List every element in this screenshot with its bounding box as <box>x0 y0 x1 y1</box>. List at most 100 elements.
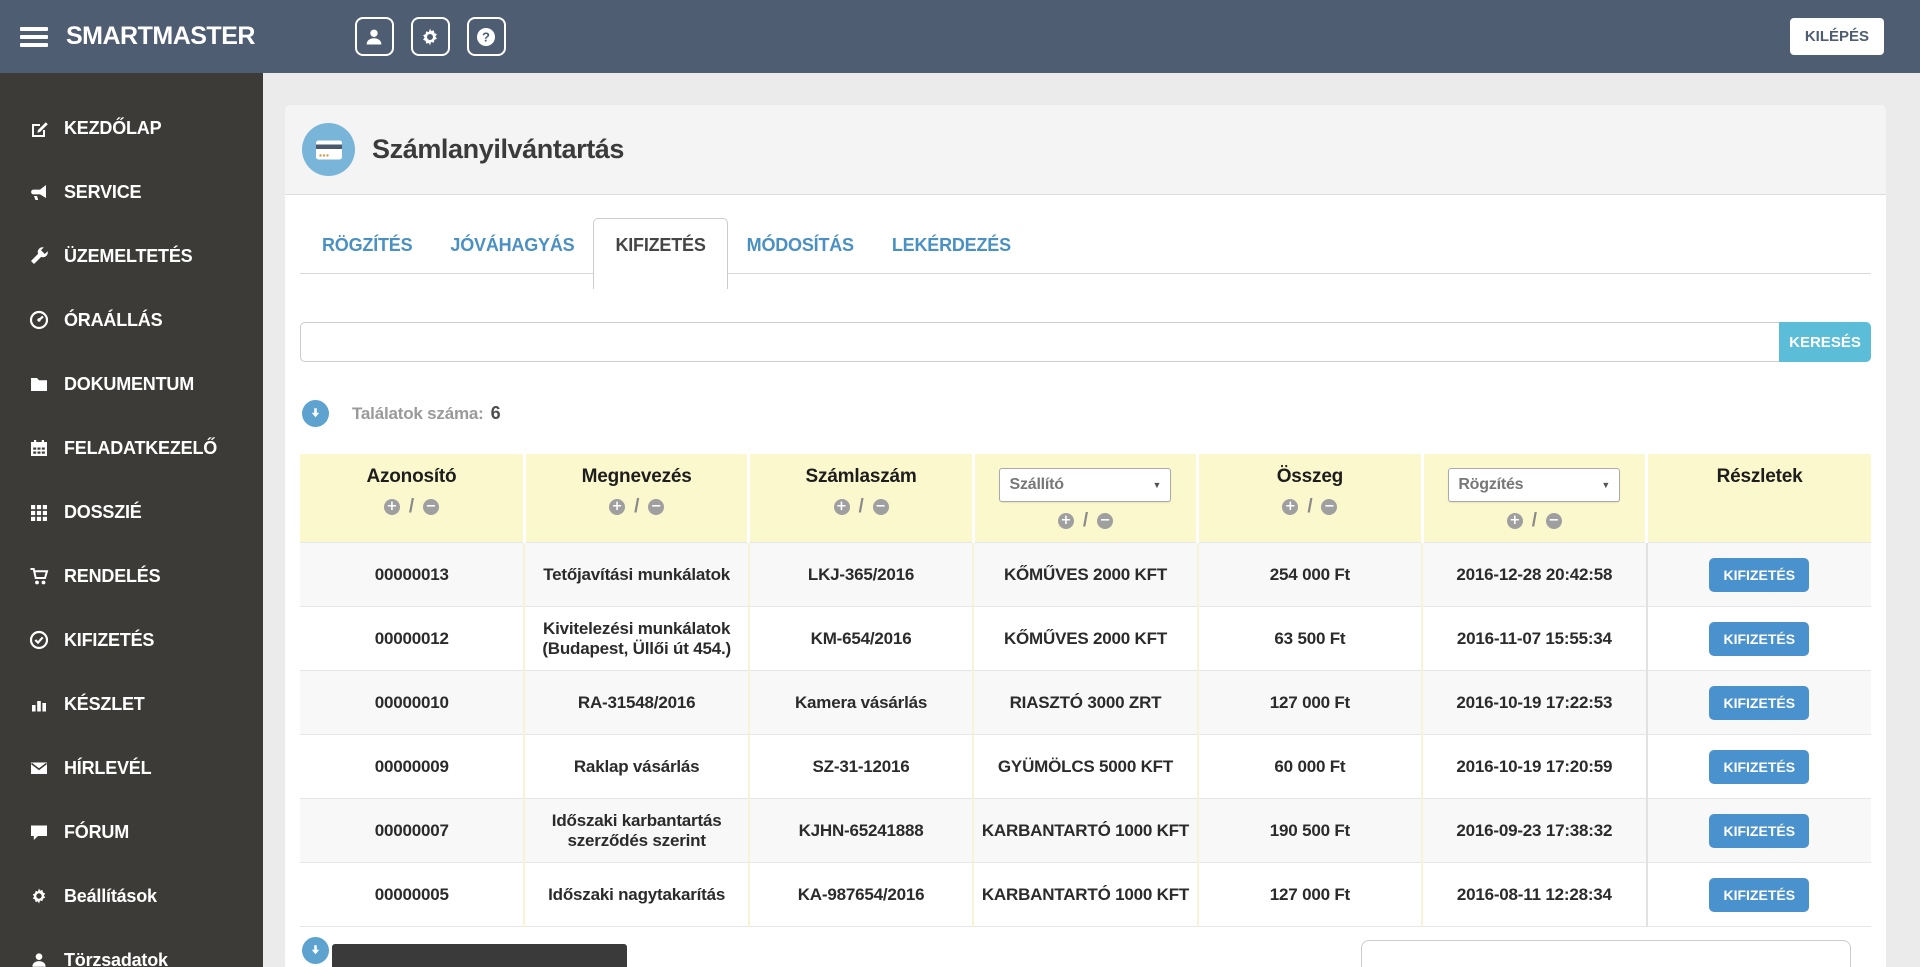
sidebar-item-torzsadatok[interactable]: Törzsadatok <box>0 928 263 967</box>
column-header-szallito: Szállító ▼ + / − <box>971 454 1198 543</box>
cell-megnevezes: Kivitelezési munkálatok (Budapest, Üllői… <box>523 606 749 671</box>
sort-controls: + / − <box>981 510 1190 532</box>
cell-azonosito: 00000013 <box>300 542 525 607</box>
sort-desc-icon[interactable]: − <box>648 499 665 515</box>
cutoff-select[interactable] <box>1361 940 1851 967</box>
settings-button[interactable] <box>410 17 450 56</box>
sidebar-item-keszlet[interactable]: KÉSZLET <box>0 672 263 736</box>
table-row: 00000005 Időszaki nagytakarítás KA-98765… <box>300 862 1871 927</box>
sidebar-item-dosszie[interactable]: DOSSZIÉ <box>0 480 263 544</box>
table-row: 00000013 Tetőjavítási munkálatok LKJ-365… <box>300 542 1871 607</box>
edit-icon <box>27 118 51 138</box>
top-bar: SMARTMASTER ? KILÉPÉS <box>0 0 1920 73</box>
cutoff-element <box>332 944 627 967</box>
sidebar-item-hirlevel[interactable]: HÍRLEVÉL <box>0 736 263 800</box>
sort-desc-icon[interactable]: − <box>1545 513 1562 529</box>
comment-icon <box>27 822 51 842</box>
sidebar-item-beallitasok[interactable]: Beállítások <box>0 864 263 928</box>
cell-szamlaszam: KJHN-65241888 <box>747 798 974 863</box>
sort-desc-icon[interactable]: − <box>1321 499 1338 515</box>
tab-rogzites[interactable]: RÖGZÍTÉS <box>303 218 431 273</box>
hamburger-menu-icon[interactable] <box>20 26 48 47</box>
sort-asc-icon[interactable]: + <box>609 499 626 515</box>
search-button[interactable]: KERESÉS <box>1779 322 1871 362</box>
pay-button[interactable]: KIFIZETÉS <box>1709 813 1810 848</box>
sidebar-item-service[interactable]: SERVICE <box>0 160 263 224</box>
cell-azonosito: 00000010 <box>300 670 525 735</box>
gauge-icon <box>27 310 51 330</box>
cell-szallito: GYÜMÖLCS 5000 KFT <box>972 734 1198 799</box>
column-header-reszletek: Részletek <box>1645 454 1871 543</box>
sidebar-item-forum[interactable]: FÓRUM <box>0 800 263 864</box>
tab-lekerdezes[interactable]: LEKÉRDEZÉS <box>873 218 1030 273</box>
cell-szamlaszam: SZ-31-12016 <box>747 734 974 799</box>
collapse-arrow-icon[interactable] <box>302 400 329 427</box>
pay-button[interactable]: KIFIZETÉS <box>1709 685 1810 720</box>
search-bar: KERESÉS <box>300 322 1871 362</box>
sort-controls: + / − <box>756 496 965 518</box>
table-row: 00000007 Időszaki karbantartás szerződés… <box>300 798 1871 863</box>
chevron-down-icon: ▼ <box>1601 480 1611 490</box>
sort-desc-icon[interactable]: − <box>872 499 889 515</box>
cell-azonosito: 00000009 <box>300 734 525 799</box>
sort-asc-icon[interactable]: + <box>1057 513 1074 529</box>
bar-chart-icon <box>27 694 51 714</box>
sort-asc-icon[interactable]: + <box>1506 513 1523 529</box>
sidebar-item-uzemeltetes[interactable]: ÜZEMELTETÉS <box>0 224 263 288</box>
help-button[interactable]: ? <box>466 17 506 56</box>
sort-asc-icon[interactable]: + <box>1282 499 1299 515</box>
sidebar: KEZDŐLAP SERVICE ÜZEMELTETÉS ÓRAÁLLÁS DO… <box>0 73 263 967</box>
sort-asc-icon[interactable]: + <box>383 499 400 515</box>
sidebar-item-kezdolap[interactable]: KEZDŐLAP <box>0 96 263 160</box>
pay-button[interactable]: KIFIZETÉS <box>1709 557 1810 592</box>
user-button[interactable] <box>354 17 394 56</box>
sidebar-item-kifizetes[interactable]: KIFIZETÉS <box>0 608 263 672</box>
sidebar-item-oraallas[interactable]: ÓRAÁLLÁS <box>0 288 263 352</box>
tab-kifizetes[interactable]: KIFIZETÉS <box>593 218 728 289</box>
cell-osszeg: 127 000 Ft <box>1196 670 1423 735</box>
column-header-szamlaszam: Számlaszám + / − <box>747 454 974 543</box>
footer-controls <box>300 937 1871 967</box>
tab-bar: RÖGZÍTÉS JÓVÁHAGYÁS KIFIZETÉS MÓDOSÍTÁS … <box>300 218 1871 290</box>
cell-szamlaszam: KA-987654/2016 <box>747 862 974 927</box>
logout-button[interactable]: KILÉPÉS <box>1789 18 1884 55</box>
megaphone-icon <box>27 182 51 202</box>
search-input[interactable] <box>300 322 1779 362</box>
cell-szallito: KŐMŰVES 2000 KFT <box>972 542 1198 607</box>
grid-icon <box>27 502 51 522</box>
sort-controls: + / − <box>306 496 517 518</box>
tab-modositas[interactable]: MÓDOSÍTÁS <box>728 218 873 273</box>
cell-osszeg: 254 000 Ft <box>1196 542 1423 607</box>
sort-asc-icon[interactable]: + <box>833 499 850 515</box>
collapse-arrow-icon[interactable] <box>302 937 329 964</box>
sidebar-item-rendeles[interactable]: RENDELÉS <box>0 544 263 608</box>
results-count: 6 <box>490 403 501 423</box>
cell-szamlaszam: LKJ-365/2016 <box>747 542 974 607</box>
cell-megnevezes: Tetőjavítási munkálatok <box>523 542 749 607</box>
column-header-rogzites: Rögzítés ▼ + / − <box>1420 454 1647 543</box>
record-date-filter-select[interactable]: Rögzítés ▼ <box>1448 468 1621 502</box>
invoice-table: Azonosító + / − Megnevezés + / − Számlaszám … <box>300 454 1871 927</box>
pay-button[interactable]: KIFIZETÉS <box>1709 749 1810 784</box>
cell-rogzites: 2016-09-23 17:38:32 <box>1421 798 1647 863</box>
svg-text:?: ? <box>482 29 490 44</box>
page-header: Számlanyilvántartás <box>285 105 1886 195</box>
sidebar-item-feladatkezelo[interactable]: FELADATKEZELŐ <box>0 416 263 480</box>
table-header-row: Azonosító + / − Megnevezés + / − Számlaszám … <box>300 454 1871 543</box>
cell-osszeg: 190 500 Ft <box>1196 798 1423 863</box>
cell-rogzites: 2016-08-11 12:28:34 <box>1421 862 1647 927</box>
sidebar-item-dokumentum[interactable]: DOKUMENTUM <box>0 352 263 416</box>
cell-osszeg: 63 500 Ft <box>1196 606 1423 671</box>
cell-megnevezes: Időszaki karbantartás szerződés szerint <box>523 798 749 863</box>
sort-desc-icon[interactable]: − <box>423 499 439 515</box>
cell-szamlaszam: Kamera vásárlás <box>747 670 974 735</box>
supplier-filter-select[interactable]: Szállító ▼ <box>999 468 1172 502</box>
tab-jovahagyas[interactable]: JÓVÁHAGYÁS <box>431 218 593 273</box>
pay-button[interactable]: KIFIZETÉS <box>1709 621 1810 656</box>
sort-desc-icon[interactable]: − <box>1097 513 1114 529</box>
user-icon <box>27 951 51 967</box>
pay-button[interactable]: KIFIZETÉS <box>1709 877 1810 912</box>
column-header-megnevezes: Megnevezés + / − <box>522 454 749 543</box>
column-header-azonosito: Azonosító + / − <box>300 454 525 543</box>
cell-azonosito: 00000012 <box>300 606 525 671</box>
